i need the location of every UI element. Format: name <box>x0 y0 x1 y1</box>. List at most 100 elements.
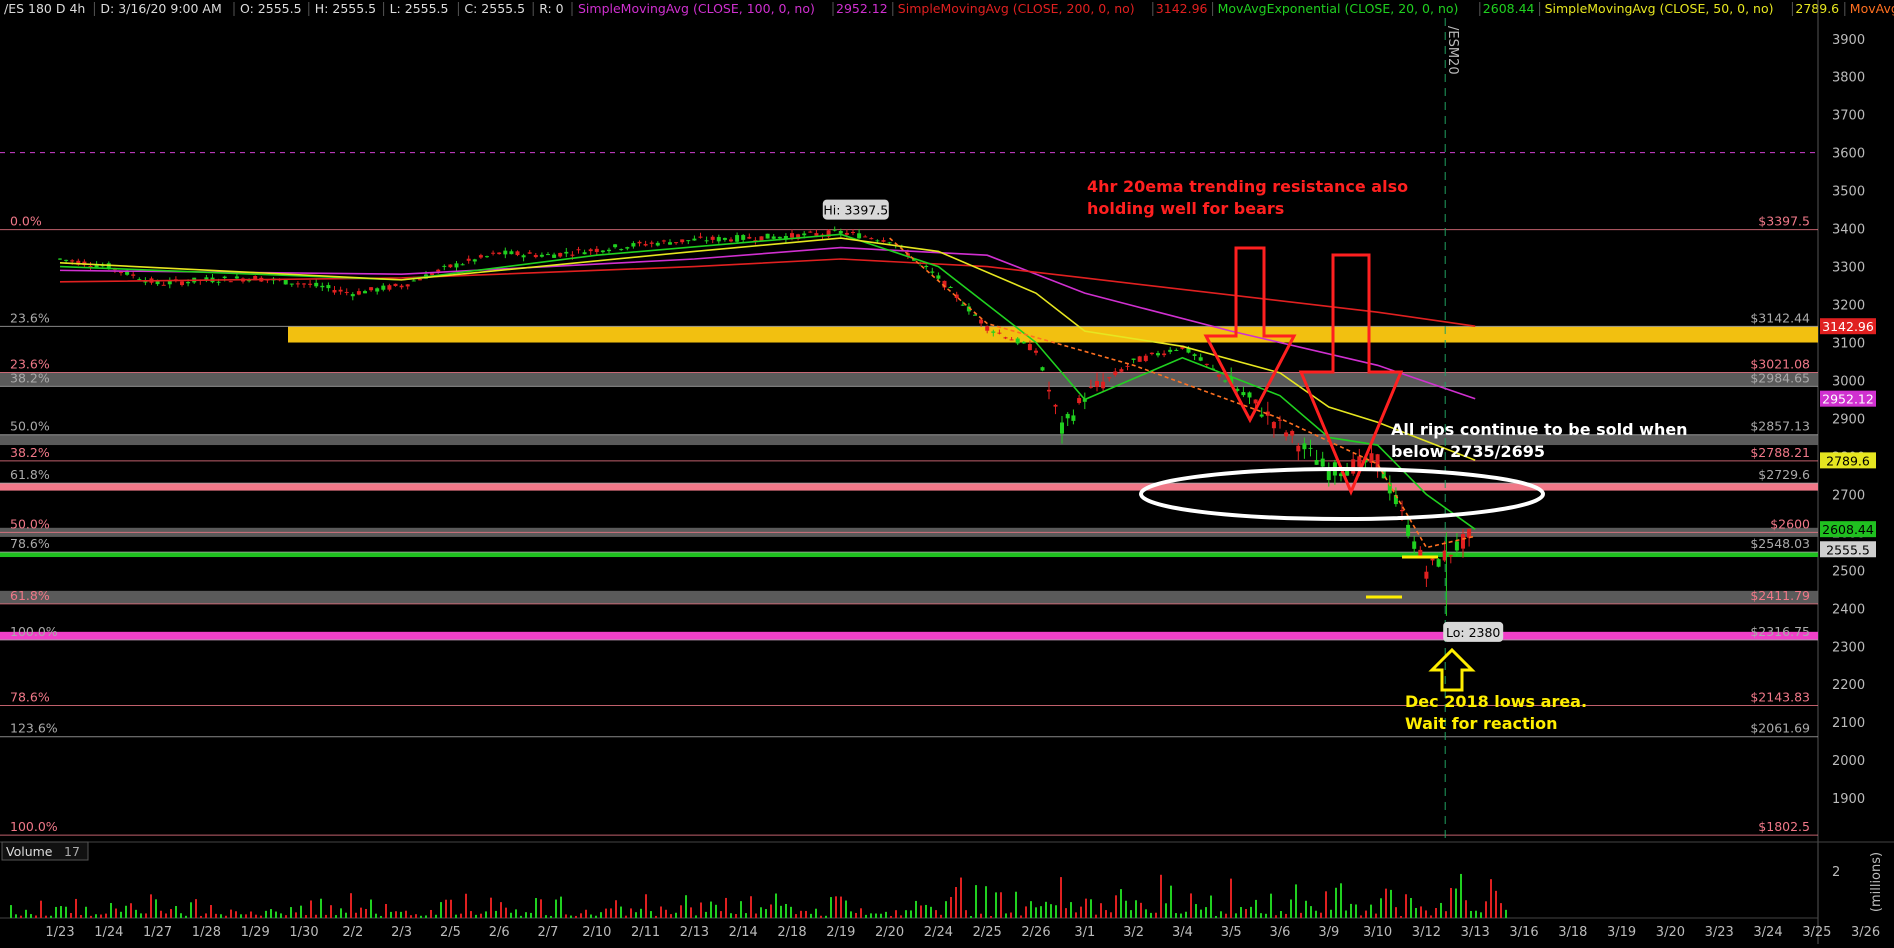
volume-bar <box>1145 909 1147 918</box>
candle-body <box>64 259 69 261</box>
candle-body <box>1060 422 1064 434</box>
x-tick-label: 3/4 <box>1172 925 1193 940</box>
volume-bar <box>255 914 257 918</box>
volume-bar <box>560 896 562 918</box>
volume-bar <box>1290 899 1292 918</box>
volume-bar <box>740 901 742 918</box>
volume-bar <box>705 911 707 918</box>
candle-body <box>619 249 624 251</box>
x-tick-label: 3/13 <box>1461 925 1490 940</box>
price-chart[interactable]: /ES 180 D 4h D: 3/16/20 9:00 AM O: 2555.5 H… <box>0 0 1894 944</box>
horizontal-zone <box>0 631 1818 641</box>
volume-bar <box>540 899 542 918</box>
candle-body <box>1217 374 1221 377</box>
volume-bar <box>235 911 237 918</box>
candle-body <box>948 287 953 289</box>
candle-body <box>338 289 343 292</box>
volume-bar <box>505 907 507 918</box>
volume-bar <box>1350 903 1352 918</box>
volume-bar <box>155 899 157 918</box>
x-tick-label: 2/11 <box>631 925 660 940</box>
x-tick-label: 3/23 <box>1705 925 1734 940</box>
volume-bar <box>545 915 547 918</box>
candle-body <box>314 282 319 287</box>
volume-bar <box>250 911 252 918</box>
volume-bar <box>60 906 62 918</box>
volume-bar <box>1500 903 1502 918</box>
candle-body <box>1308 447 1313 449</box>
volume-bar <box>360 907 362 918</box>
study-label: SimpleMovingAvg (CLOSE, 200, 0, no) <box>898 1 1135 16</box>
header-field: L: 2555.5 <box>390 1 449 16</box>
volume-bar <box>1125 900 1127 918</box>
candle-body <box>454 263 459 268</box>
candle-body <box>332 290 337 293</box>
candle-body <box>466 258 471 261</box>
volume-bar <box>905 910 907 918</box>
y-tick-label: 2700 <box>1832 488 1865 503</box>
volume-bar <box>695 915 697 918</box>
x-tick-label: 2/20 <box>875 925 904 940</box>
candle-body <box>661 240 666 242</box>
candle-body <box>698 236 703 238</box>
candle-body <box>881 240 886 242</box>
candle-body <box>979 319 984 324</box>
candle-body <box>308 283 313 285</box>
volume-bar <box>1450 887 1452 918</box>
volume-bar <box>1475 910 1477 918</box>
candle-body <box>1223 380 1228 382</box>
volume-bar <box>775 893 777 918</box>
volume-bar <box>1330 909 1332 918</box>
candle-body <box>1156 353 1160 356</box>
fib-pct-label: 0.0% <box>10 214 42 229</box>
x-tick-label: 2/10 <box>582 925 611 940</box>
volume-bar <box>1435 907 1437 918</box>
volume-bar <box>510 912 512 918</box>
x-tick-label: 3/25 <box>1802 925 1831 940</box>
volume-bar <box>455 914 457 918</box>
candle-body <box>1065 413 1070 419</box>
candle-body <box>1314 460 1319 465</box>
x-tick-label: 3/18 <box>1558 925 1587 940</box>
volume-bar <box>1000 892 1002 918</box>
candle-body <box>625 247 630 249</box>
lo-label: Lo: 2380 <box>1446 625 1500 640</box>
candle-body <box>1088 386 1093 388</box>
candle-body <box>576 249 581 251</box>
volume-bar <box>1375 913 1377 918</box>
volume-bar <box>1240 907 1242 918</box>
fib-price-label: $2548.03 <box>1750 536 1810 551</box>
candle-body <box>119 271 123 273</box>
candle-body <box>167 280 172 285</box>
volume-bar <box>750 896 752 918</box>
volume-bar <box>1275 915 1277 918</box>
candle-body <box>1053 404 1058 407</box>
volume-bar <box>470 911 472 918</box>
volume-bar <box>140 913 142 918</box>
volume-bar <box>1340 883 1342 918</box>
volume-bar <box>290 907 292 918</box>
volume-bar <box>1020 915 1022 918</box>
fib-pct-label: 61.8% <box>10 467 50 482</box>
volume-bar <box>670 914 672 918</box>
volume-bar <box>1440 902 1442 918</box>
candle-body <box>460 264 465 266</box>
candle-body <box>790 233 794 238</box>
candle-body <box>668 242 672 245</box>
horizontal-zone <box>0 483 1818 491</box>
volume-bar <box>1490 879 1492 918</box>
y-tick-label: 2300 <box>1832 640 1865 655</box>
volume-bar <box>1485 901 1487 918</box>
volume-bar <box>585 909 587 918</box>
candle-body <box>1430 558 1435 561</box>
volume-bar <box>260 915 262 918</box>
yellow-up-arrow-icon <box>1428 647 1476 692</box>
candle-body <box>472 259 477 262</box>
volume-bar <box>465 893 467 918</box>
candle-body <box>509 251 514 255</box>
candle-body <box>1107 377 1112 379</box>
volume-bar <box>1465 900 1467 918</box>
y-tick-label: 3200 <box>1832 299 1865 314</box>
candle-body <box>1027 344 1032 351</box>
chart-root[interactable]: /ES 180 D 4h D: 3/16/20 9:00 AM O: 2555.5 H… <box>0 0 1894 944</box>
